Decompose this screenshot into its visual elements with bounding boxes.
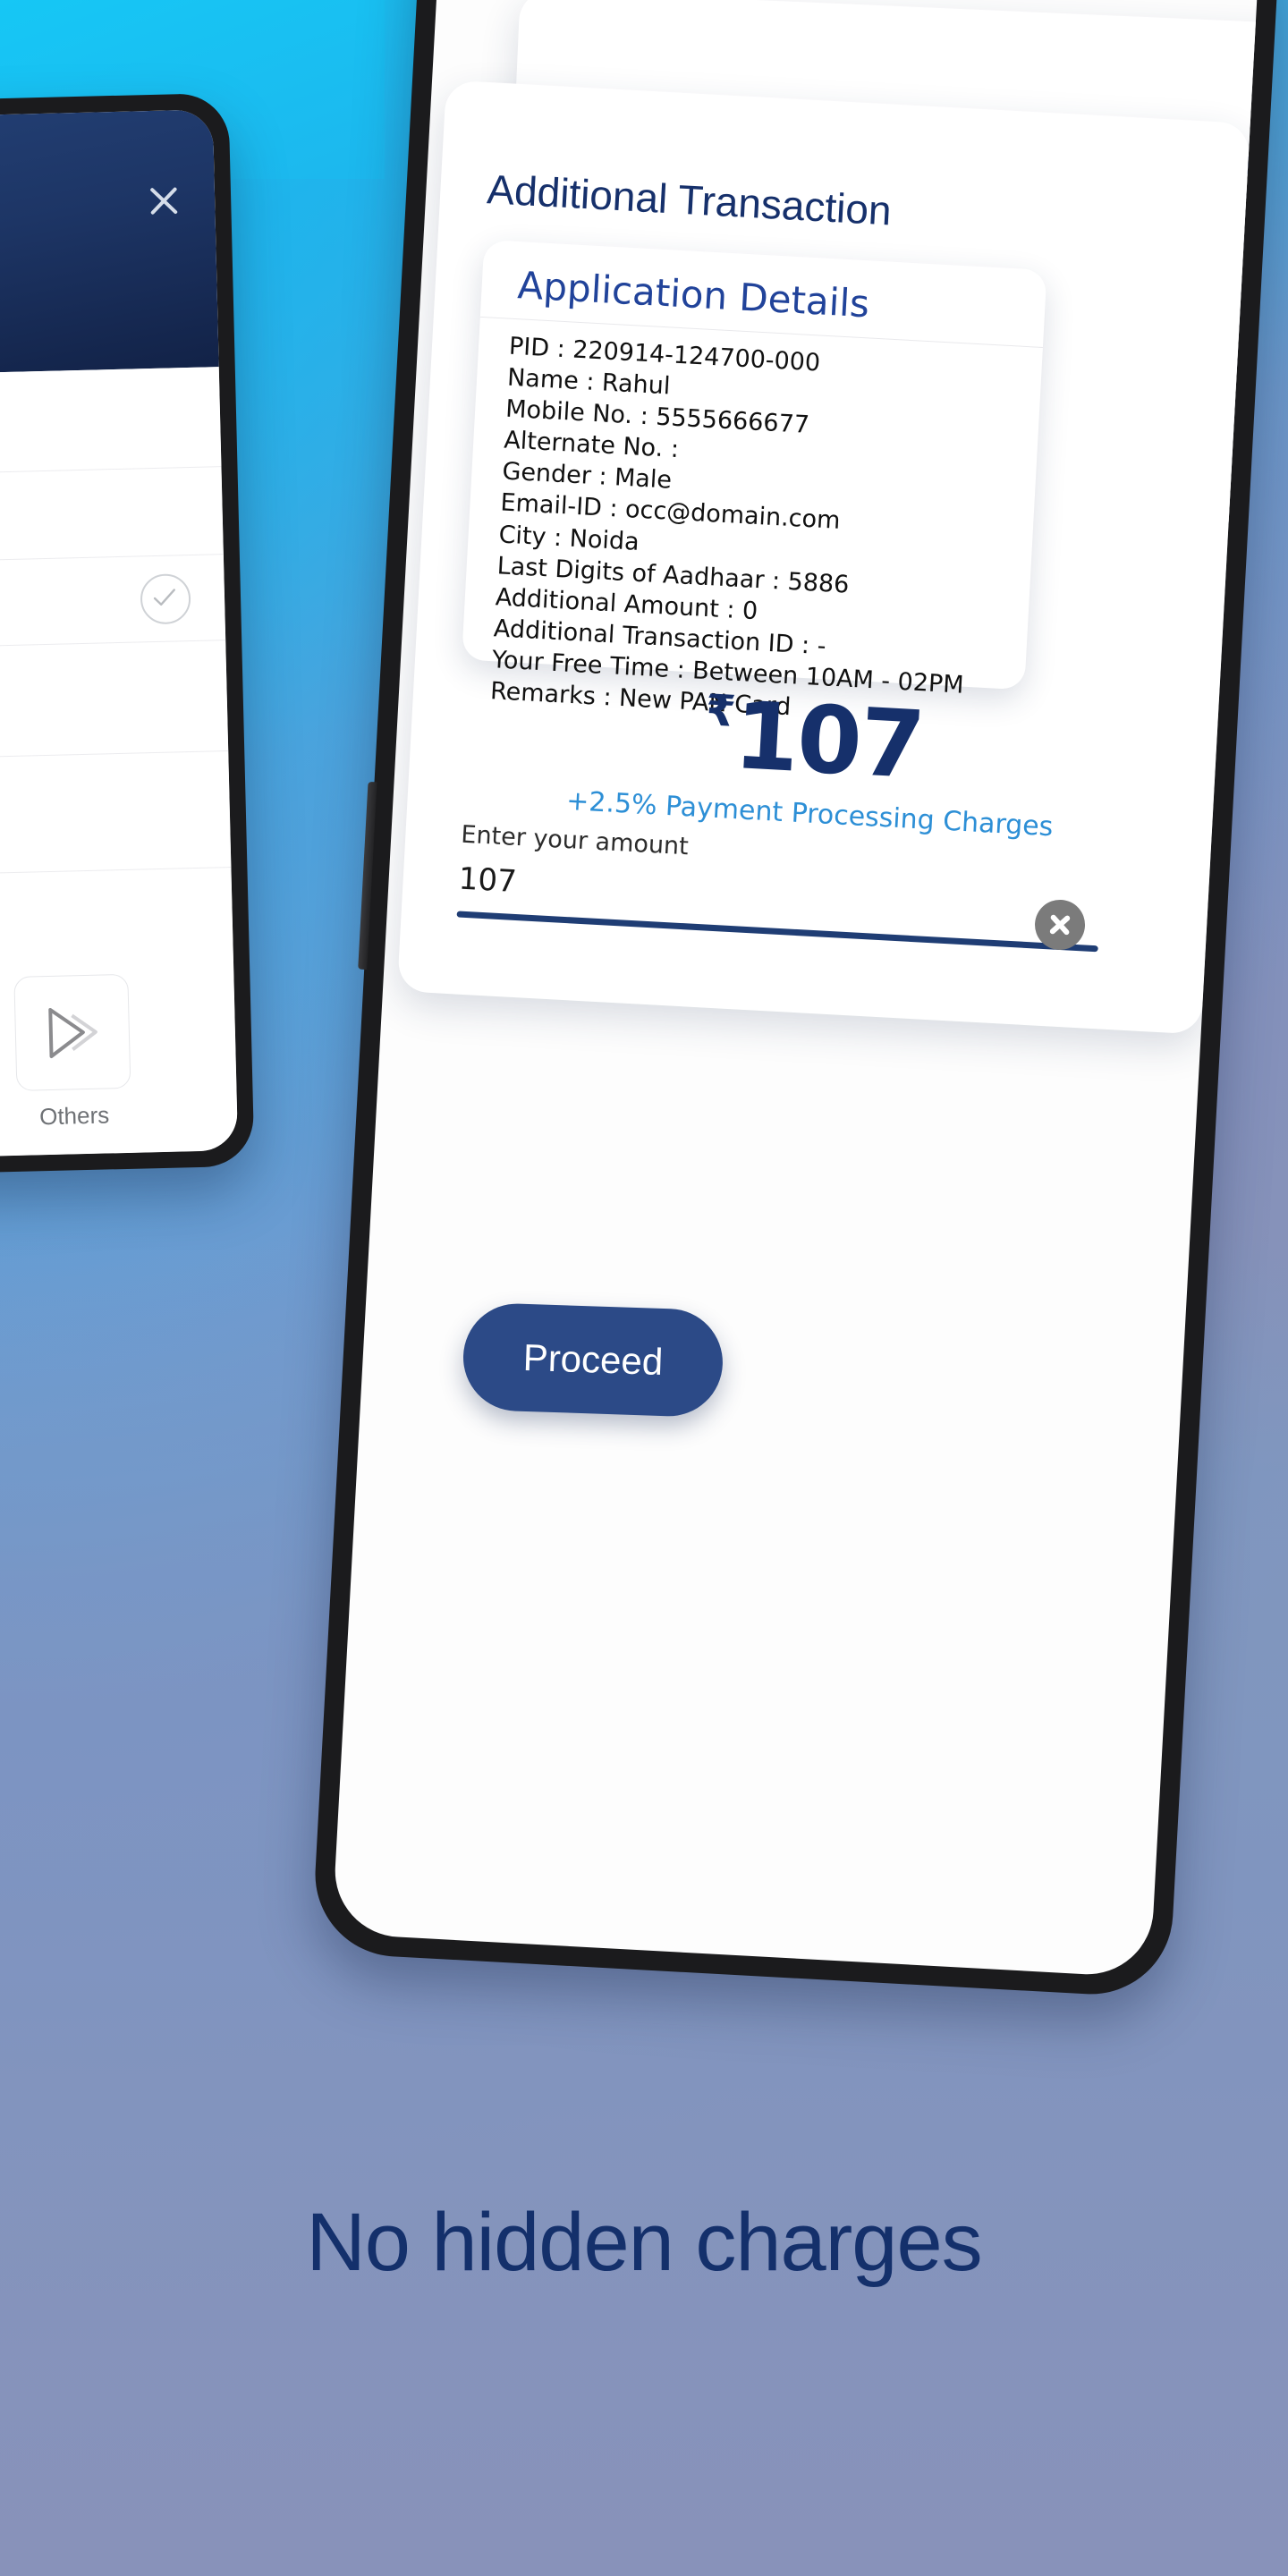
list-item[interactable]: OS [0, 467, 224, 565]
payment-sheet-header: #123456 [0, 109, 219, 378]
right-phone-screen: Additional Transaction Additional Transa… [331, 0, 1261, 1979]
list-item[interactable]: , and Maestro [0, 751, 232, 878]
close-icon[interactable] [143, 180, 185, 222]
left-phone-mockup: #123456 main.com OS , an [0, 92, 255, 1178]
left-phone-screen: #123456 main.com OS , an [0, 109, 239, 1161]
application-details-list: PID : 220914-124700-000 Name : Rahul Mob… [489, 331, 1026, 735]
application-details-heading: Application Details [516, 263, 871, 326]
tagline: No hidden charges [306, 2197, 982, 2288]
wallet-label: Others [38, 1101, 110, 1131]
proceed-button[interactable]: Proceed [462, 1301, 724, 1419]
list-item[interactable] [0, 640, 229, 762]
double-chevron-right-icon [48, 1007, 97, 1058]
transaction-card-front: Additional Transaction Application Detai… [396, 80, 1250, 1419]
right-phone-mockup: Additional Transaction Additional Transa… [310, 0, 1282, 1999]
wallet-option-others[interactable]: Others [13, 973, 131, 1131]
others-tile[interactable] [13, 973, 131, 1091]
list-item[interactable]: main.com [0, 367, 222, 478]
total-amount: ₹107 [702, 681, 927, 800]
page-title: Additional Transaction [486, 165, 893, 234]
application-details-card: Application Details PID : 220914-124700-… [462, 240, 1047, 721]
wallet-options: paytm PayTM Others [0, 971, 237, 1137]
rupee-symbol-icon: ₹ [704, 685, 738, 737]
check-circle-icon[interactable] [140, 572, 191, 624]
amount-value: 107 [731, 681, 927, 801]
list-item[interactable] [0, 555, 226, 651]
wallets-section-header: use others [0, 868, 233, 982]
payment-method-list: main.com OS , and Maestro use othe [0, 367, 239, 1161]
